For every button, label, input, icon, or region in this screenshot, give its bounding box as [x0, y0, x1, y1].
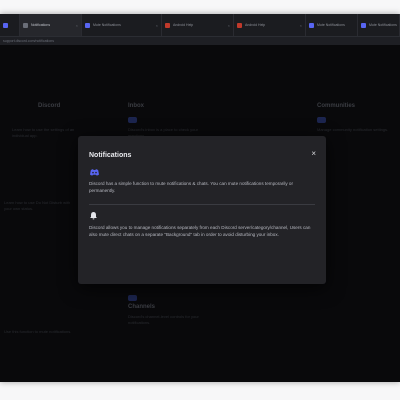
tab-label: Mute Notifications — [369, 23, 397, 27]
tab-bar: Notifications × Mute Notifications × And… — [0, 14, 400, 36]
close-icon[interactable]: × — [156, 23, 158, 28]
tab-3[interactable]: Android Help × — [162, 14, 234, 36]
favicon-icon — [3, 22, 8, 28]
tab-label: Android Help — [173, 23, 194, 27]
close-icon[interactable]: × — [300, 23, 302, 28]
url-text: support.discord.com/notifications — [3, 39, 54, 43]
notifications-dialog: Notifications × Discord has a simple fun… — [78, 136, 326, 284]
divider — [89, 204, 315, 205]
tab-label: Notifications — [31, 23, 51, 27]
tab-5[interactable]: Mute Notifications — [306, 14, 358, 36]
close-icon[interactable]: × — [311, 149, 316, 158]
tab-label: Android Help — [245, 23, 266, 27]
tab-0[interactable] — [0, 14, 20, 36]
tab-label: Mute Notifications — [93, 23, 121, 27]
dialog-description-discord: Discord has a simple function to mute no… — [89, 181, 294, 193]
favicon-icon — [361, 22, 366, 28]
dialog-title: Notifications — [89, 152, 132, 159]
favicon-icon — [23, 22, 28, 28]
discord-icon — [90, 169, 99, 176]
favicon-icon — [237, 22, 242, 28]
dialog-description-management: Discord allows you to manage notificatio… — [89, 225, 311, 237]
favicon-icon — [309, 22, 314, 28]
favicon-icon — [85, 22, 90, 28]
tab-4[interactable]: Android Help × — [234, 14, 306, 36]
close-icon[interactable]: × — [76, 23, 78, 28]
favicon-icon — [165, 22, 170, 28]
tab-6[interactable]: Mute Notifications — [358, 14, 400, 36]
tab-1[interactable]: Notifications × — [20, 14, 82, 36]
tab-label: Mute Notifications — [317, 23, 345, 27]
close-icon[interactable]: × — [228, 23, 230, 28]
tab-2[interactable]: Mute Notifications × — [82, 14, 162, 36]
bell-icon — [90, 212, 97, 220]
